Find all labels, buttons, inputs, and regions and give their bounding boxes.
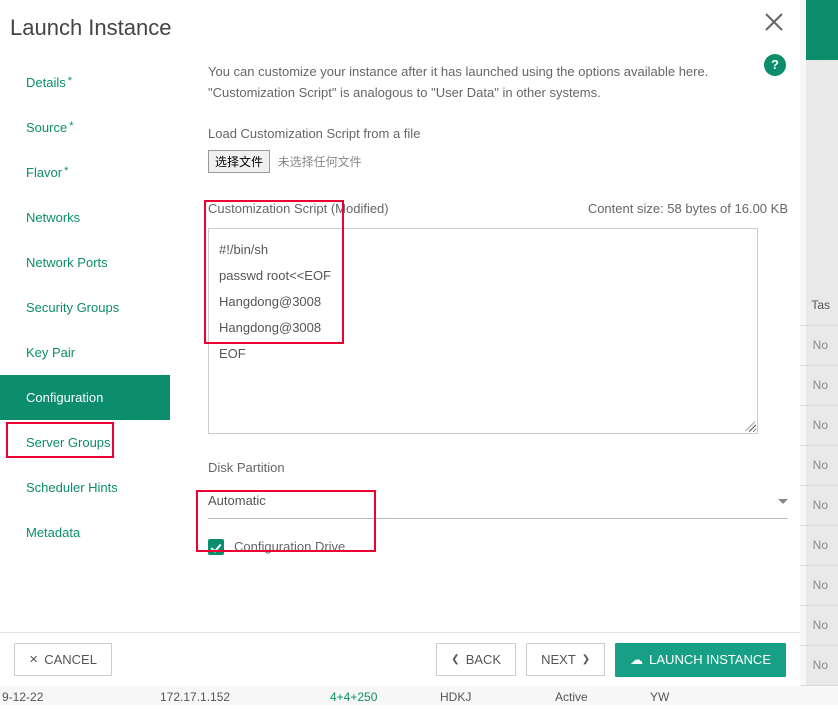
sidebar-item-networks[interactable]: Networks <box>0 195 170 240</box>
cancel-button[interactable]: CANCEL <box>14 643 112 676</box>
modal-title: Launch Instance <box>10 15 171 41</box>
sidebar-item-configuration[interactable]: Configuration <box>0 375 170 420</box>
disk-partition-label: Disk Partition <box>208 458 788 479</box>
disk-partition-select[interactable]: Automatic <box>208 491 788 519</box>
sidebar-item-metadata[interactable]: Metadata <box>0 510 170 555</box>
sidebar-item-server-groups[interactable]: Server Groups <box>0 420 170 465</box>
modal-footer: CANCEL BACK NEXT LAUNCH INSTANCE <box>0 632 800 686</box>
wizard-sidebar: Details* Source* Flavor* Networks Networ… <box>0 60 170 555</box>
choose-file-button[interactable]: 选择文件 <box>208 150 270 173</box>
script-label: Customization Script (Modified) <box>208 199 389 220</box>
configuration-panel: You can customize your instance after it… <box>208 62 788 558</box>
back-button[interactable]: BACK <box>436 643 516 676</box>
customization-script-input[interactable]: #!/bin/sh passwd root<<EOF Hangdong@3008… <box>208 228 758 434</box>
sidebar-item-key-pair[interactable]: Key Pair <box>0 330 170 375</box>
sidebar-item-flavor[interactable]: Flavor* <box>0 150 170 195</box>
sidebar-item-network-ports[interactable]: Network Ports <box>0 240 170 285</box>
config-drive-checkbox[interactable] <box>208 539 224 555</box>
load-script-label: Load Customization Script from a file <box>208 124 788 145</box>
sidebar-item-security-groups[interactable]: Security Groups <box>0 285 170 330</box>
launch-instance-button[interactable]: LAUNCH INSTANCE <box>615 643 786 677</box>
sidebar-item-details[interactable]: Details* <box>0 60 170 105</box>
sidebar-item-scheduler-hints[interactable]: Scheduler Hints <box>0 465 170 510</box>
disk-partition-value: Automatic <box>208 491 266 512</box>
sidebar-item-source[interactable]: Source* <box>0 105 170 150</box>
config-drive-label: Configuration Drive <box>234 537 345 558</box>
close-button[interactable] <box>762 10 786 34</box>
content-size: Content size: 58 bytes of 16.00 KB <box>588 199 788 220</box>
file-status: 未选择任何文件 <box>278 155 362 169</box>
launch-instance-modal: Launch Instance ? Details* Source* Flavo… <box>0 0 800 686</box>
chevron-down-icon <box>778 499 788 504</box>
next-button[interactable]: NEXT <box>526 643 605 676</box>
intro-text: You can customize your instance after it… <box>208 62 788 104</box>
